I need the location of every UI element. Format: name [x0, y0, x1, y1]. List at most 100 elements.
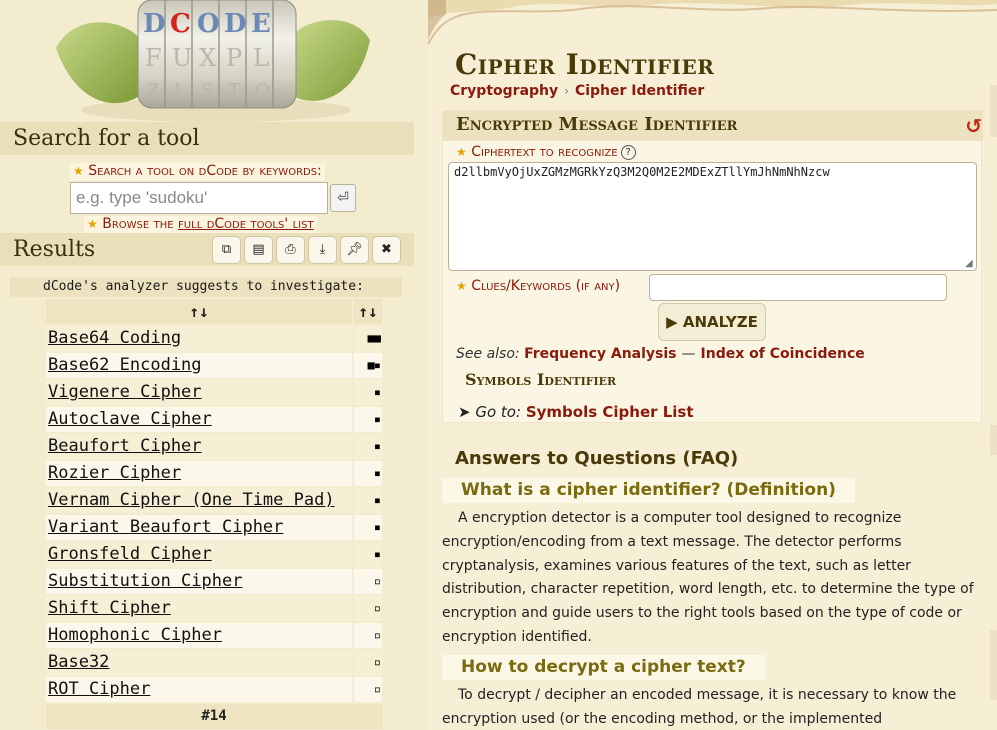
result-link[interactable]: Variant Beaufort Cipher: [48, 517, 283, 537]
result-link[interactable]: ROT Cipher: [48, 679, 150, 699]
sort-by-name-button[interactable]: ↑↓: [46, 299, 352, 324]
symbols-cipher-list-link[interactable]: Symbols Cipher List: [526, 403, 694, 421]
result-row[interactable]: Gronsfeld Cipher ▪: [46, 542, 382, 567]
browse-prefix: Browse the: [102, 216, 179, 232]
result-score: ▪: [354, 542, 382, 567]
result-name: Homophonic Cipher: [46, 623, 352, 648]
index-of-coincidence-link[interactable]: Index of Coincidence: [701, 346, 865, 362]
result-name: Rozier Cipher: [46, 461, 352, 486]
result-link[interactable]: Base32: [48, 652, 109, 672]
result-score: ■■: [354, 326, 382, 351]
result-row[interactable]: Variant Beaufort Cipher ▪: [46, 515, 382, 540]
result-score: ▪: [354, 434, 382, 459]
result-row[interactable]: Base62 Encoding ■▪: [46, 353, 382, 378]
ciphertext-input[interactable]: d2llbmVyOjUxZGMzMGRkYzQ3M2Q0M2E2MDExZTll…: [448, 162, 977, 271]
page-title: Cipher Identifier: [455, 48, 715, 81]
result-link[interactable]: Shift Cipher: [48, 598, 171, 618]
result-name: Shift Cipher: [46, 596, 352, 621]
result-name: Variant Beaufort Cipher: [46, 515, 352, 540]
result-link[interactable]: Vigenere Cipher: [48, 382, 202, 402]
result-row[interactable]: Base64 Coding ■■: [46, 326, 382, 351]
breadcrumb-cipher-identifier[interactable]: Cipher Identifier: [575, 83, 704, 99]
result-row[interactable]: ROT Cipher ▫: [46, 677, 382, 702]
result-link[interactable]: Autoclave Cipher: [48, 409, 212, 429]
result-link[interactable]: Base64 Coding: [48, 328, 181, 348]
svg-text:I: I: [174, 80, 181, 101]
faq-title: Answers to Questions (FAQ): [455, 448, 739, 469]
result-row[interactable]: Base32 ▫: [46, 650, 382, 675]
full-tools-list-link[interactable]: full dCode tools' list: [178, 216, 314, 232]
result-link[interactable]: Gronsfeld Cipher: [48, 544, 212, 564]
save-icon: ▤: [252, 242, 265, 257]
result-name: Base64 Coding: [46, 326, 352, 351]
faq-answer-decrypt-text: To decrypt / decipher an encoded message…: [442, 687, 957, 727]
close-button[interactable]: ✖: [372, 236, 401, 264]
search-section-heading: Search for a tool: [0, 122, 414, 155]
breadcrumb-separator-icon: ›: [564, 84, 569, 98]
tool-title: Encrypted Message Identifier: [456, 114, 738, 135]
side-tab[interactable]: [990, 630, 997, 700]
see-also: See also: Frequency Analysis — Index of Co…: [456, 346, 865, 362]
result-link[interactable]: Beaufort Cipher: [48, 436, 202, 456]
result-row[interactable]: Rozier Cipher ▪: [46, 461, 382, 486]
see-also-label: See also:: [456, 346, 520, 362]
svg-text:L: L: [253, 44, 269, 72]
faq-question-definition: What is a cipher identifier? (Definition…: [442, 478, 855, 503]
result-row[interactable]: Vigenere Cipher ▪: [46, 380, 382, 405]
result-row[interactable]: Shift Cipher ▫: [46, 596, 382, 621]
svg-text:U: U: [172, 44, 192, 72]
dcode-logo[interactable]: D C O D E F U X P L Z I S T O: [46, 0, 380, 122]
dash-separator: —: [681, 346, 696, 362]
search-label-text: Search a tool on dCode by keywords:: [88, 163, 322, 179]
print-button[interactable]: ⎙: [276, 236, 305, 264]
sort-by-score-button[interactable]: ↑↓: [354, 299, 382, 324]
svg-text:P: P: [226, 44, 242, 72]
side-tabs: [990, 85, 997, 705]
result-link[interactable]: Vernam Cipher (One Time Pad): [48, 490, 335, 510]
result-name: Beaufort Cipher: [46, 434, 352, 459]
star-icon: ★: [87, 217, 98, 231]
svg-text:E: E: [251, 9, 271, 39]
clues-input[interactable]: [649, 274, 947, 301]
side-tab[interactable]: [990, 425, 997, 455]
download-icon: ⤓: [319, 242, 326, 257]
download-button[interactable]: ⤓: [308, 236, 337, 264]
breadcrumb-cryptography[interactable]: Cryptography: [450, 83, 558, 99]
save-button[interactable]: ▤: [244, 236, 273, 264]
reset-icon[interactable]: ↺: [965, 114, 982, 138]
symbols-identifier-title: Symbols Identifier: [465, 370, 617, 389]
pin-icon: 📌︎: [346, 242, 363, 257]
result-row[interactable]: Homophonic Cipher ▫: [46, 623, 382, 648]
result-name: Autoclave Cipher: [46, 407, 352, 432]
result-score: ■▪: [354, 353, 382, 378]
result-link[interactable]: Substitution Cipher: [48, 571, 242, 591]
arrow-icon: ➤: [458, 403, 471, 421]
result-link[interactable]: Rozier Cipher: [48, 463, 181, 483]
svg-text:C: C: [170, 9, 191, 39]
side-tab[interactable]: [990, 85, 997, 137]
result-score: ▫: [354, 623, 382, 648]
resize-handle-icon[interactable]: ◢: [965, 259, 975, 269]
search-submit-button[interactable]: ⏎: [330, 184, 356, 212]
results-header-row: ↑↓ ↑↓: [46, 299, 382, 324]
result-row[interactable]: Substitution Cipher ▫: [46, 569, 382, 594]
svg-text:S: S: [201, 80, 213, 101]
result-link[interactable]: Base62 Encoding: [48, 355, 202, 375]
frequency-analysis-link[interactable]: Frequency Analysis: [524, 346, 676, 362]
pin-button[interactable]: 📌︎: [340, 236, 369, 264]
result-name: Base32: [46, 650, 352, 675]
result-row[interactable]: Autoclave Cipher ▪: [46, 407, 382, 432]
parchment-decoration: [428, 0, 997, 44]
search-input[interactable]: [70, 182, 328, 214]
faq-answer-definition-text: A encryption detector is a computer tool…: [442, 510, 974, 645]
copy-button[interactable]: ⧉: [212, 236, 241, 264]
result-row[interactable]: Vernam Cipher (One Time Pad) ▪: [46, 488, 382, 513]
result-row[interactable]: Beaufort Cipher ▪: [46, 434, 382, 459]
goto-line: ➤ Go to: Symbols Cipher List: [458, 403, 694, 421]
svg-text:Z: Z: [147, 80, 160, 101]
result-score: ▪: [354, 461, 382, 486]
result-link[interactable]: Homophonic Cipher: [48, 625, 222, 645]
analyze-button[interactable]: ▶ ANALYZE: [658, 303, 766, 341]
help-icon[interactable]: ?: [620, 145, 636, 160]
svg-text:D: D: [143, 9, 166, 39]
